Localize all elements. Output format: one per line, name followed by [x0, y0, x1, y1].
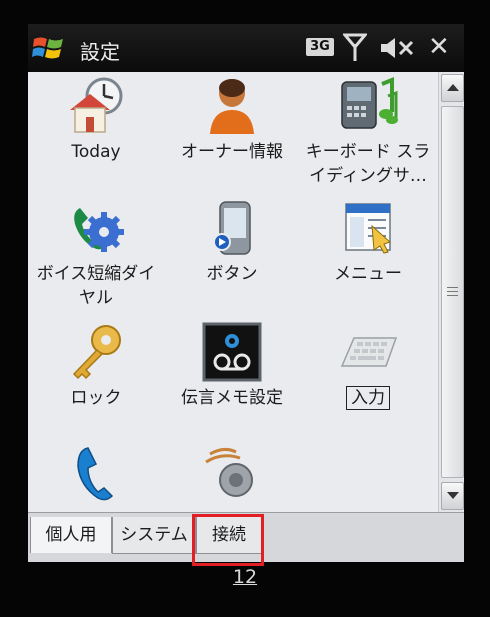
settings-item-voice-speed-dial[interactable]: ボイス短縮ダイ ヤル	[28, 198, 164, 310]
settings-item-input[interactable]: 入力	[300, 322, 436, 410]
sounds-icon	[205, 447, 253, 497]
scroll-thumb[interactable]	[441, 106, 464, 478]
title-bar: 設定 3G ✕	[28, 24, 464, 72]
owner-person-icon	[210, 79, 254, 134]
home-clock-icon	[70, 77, 123, 133]
settings-item-label: 入力	[300, 386, 436, 410]
voicemail-icon	[202, 322, 262, 382]
settings-item-label: ロック	[70, 388, 122, 408]
settings-item-phone[interactable]	[28, 444, 164, 504]
tab-personal[interactable]: 個人用	[30, 517, 112, 553]
vertical-scrollbar[interactable]	[438, 72, 464, 512]
close-icon[interactable]: ✕	[428, 32, 450, 62]
key-lock-icon	[72, 325, 121, 380]
arrow-down-icon	[447, 492, 459, 499]
tab-connections[interactable]: 接続	[196, 517, 262, 554]
tab-system[interactable]: システム	[112, 517, 196, 554]
3g-icon[interactable]: 3G	[306, 38, 334, 56]
settings-item-label: 伝言メモ設定	[181, 388, 283, 408]
settings-grid: Today オーナー情報 キーボード スラ イディングサ… ボイス短縮ダイ ヤル…	[28, 72, 438, 517]
signal-icon[interactable]	[343, 32, 367, 64]
settings-item-buttons[interactable]: ボタン	[164, 198, 300, 286]
voice-speed-dial-icon	[74, 208, 124, 252]
scroll-down-button[interactable]	[441, 482, 464, 510]
settings-item-today[interactable]: Today	[28, 76, 164, 164]
scroll-up-button[interactable]	[441, 74, 464, 102]
device-screen: 設定 3G ✕ Today オーナー情報 キーボード スラ イディングサ… ボイ…	[28, 24, 464, 562]
settings-item-sounds[interactable]	[164, 444, 300, 504]
page-number-text: 12	[232, 566, 258, 588]
page-title: 設定	[80, 40, 120, 64]
settings-item-owner-info[interactable]: オーナー情報	[164, 76, 300, 164]
tab-bar: 個人用 システム 接続	[28, 512, 464, 562]
settings-item-voicemail-settings[interactable]: 伝言メモ設定	[164, 322, 300, 410]
buttons-icon	[213, 201, 251, 255]
settings-item-keyboard-sliding[interactable]: キーボード スラ イディングサ…	[300, 76, 436, 188]
settings-item-label: キーボード スラ イディングサ…	[305, 142, 431, 186]
settings-item-menus[interactable]: メニュー	[300, 198, 436, 286]
grip-line	[447, 295, 458, 296]
grip-line	[447, 291, 458, 292]
grip-line	[447, 287, 458, 288]
page-number: 12	[0, 566, 490, 588]
settings-item-lock[interactable]: ロック	[28, 322, 164, 410]
windows-start-icon[interactable]	[32, 33, 66, 63]
settings-item-label: Today	[71, 142, 121, 162]
phone-icon	[77, 447, 114, 501]
settings-item-label: ボタン	[206, 264, 258, 284]
keyboard-input-icon	[340, 337, 398, 367]
arrow-up-icon	[447, 84, 459, 91]
settings-item-label: オーナー情報	[181, 142, 283, 162]
sliding-keyboard-icon	[341, 77, 398, 129]
settings-item-label: ボイス短縮ダイ ヤル	[36, 264, 156, 308]
menus-icon	[345, 203, 391, 254]
settings-item-label: メニュー	[334, 264, 402, 284]
speaker-muted-icon[interactable]	[380, 36, 416, 60]
